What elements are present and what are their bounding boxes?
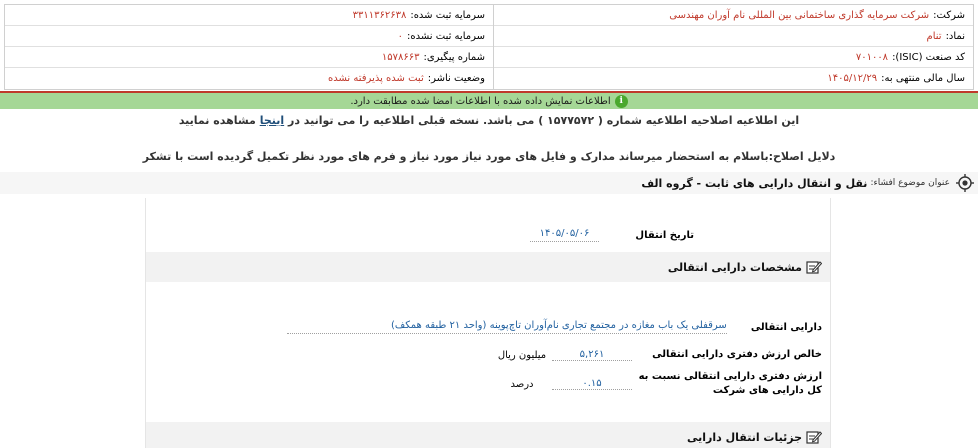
correction-notice: این اطلاعیه اصلاحیه اطلاعیه شماره ( ۱۵۷۷…: [0, 114, 978, 127]
transferred-asset-label: دارایی انتقالی: [750, 321, 822, 333]
company-name: شرکت سرمایه گذاری ساختمانی بین المللی نا…: [669, 9, 930, 21]
registered-capital-value: ۳۳۱۱۳۶۲۶۳۸: [352, 9, 407, 21]
publisher-status-label: وضعیت ناشر:: [427, 72, 485, 84]
subject-title: نقل و انتقال دارایی های ثابت - گروه الف: [641, 176, 868, 190]
transferred-asset-row: دارایی انتقالی سرقفلی یک باب مغازه در مج…: [286, 320, 822, 334]
publisher-status-row: وضعیت ناشر: ثبت شده پذیرفته نشده: [5, 68, 493, 89]
disclosure-content: تاریخ انتقال ۱۴۰۵/۰۵/۰۶ مشخصات دارایی ان…: [145, 198, 831, 448]
asset-specs-section-header: مشخصات دارایی انتقالی: [146, 252, 830, 282]
correction-text-before: این اطلاعیه اصلاحیه اطلاعیه شماره ( ۱۵۷۷…: [284, 114, 800, 127]
company-info-table: شرکت: شرکت سرمایه گذاری ساختمانی بین الم…: [4, 4, 974, 90]
tracking-number-row: شماره پیگیری: ۱۵۷۸۶۶۳: [5, 47, 493, 68]
unregistered-capital-value: ۰: [397, 30, 404, 42]
registered-capital-row: سرمایه ثبت شده: ۳۳۱۱۳۶۲۶۳۸: [5, 5, 493, 26]
company-info-right-column: شرکت: شرکت سرمایه گذاری ساختمانی بین الم…: [493, 5, 973, 89]
company-info-left-column: سرمایه ثبت شده: ۳۳۱۱۳۶۲۶۳۸ سرمایه ثبت نش…: [5, 5, 493, 89]
symbol-value: تنام: [926, 30, 942, 42]
company-label: شرکت:: [933, 9, 965, 21]
publisher-status-value: ثبت شده پذیرفته نشده: [328, 72, 424, 84]
company-row: شرکت: شرکت سرمایه گذاری ساختمانی بین الم…: [494, 5, 973, 26]
edit-form-icon: [806, 431, 822, 444]
isic-label: کد صنعت (ISIC):: [892, 51, 965, 63]
fiscal-year-value: ۱۴۰۵/۱۲/۲۹: [827, 72, 878, 84]
book-value-ratio-row: ارزش دفتری دارایی انتقالی نسبت به کل دار…: [492, 370, 822, 398]
subject-label: عنوان موضوع افشاء:: [870, 178, 950, 188]
transferred-asset-value: سرقفلی یک باب مغازه در مجتمع تجاری نام‌آ…: [286, 320, 727, 334]
signature-match-notice: i اطلاعات نمایش داده شده با اطلاعات امضا…: [0, 91, 978, 109]
transfer-details-section-header: جزئیات انتقال دارایی: [146, 422, 830, 448]
info-icon: i: [614, 94, 628, 108]
disclosure-subject-bar: عنوان موضوع افشاء: نقل و انتقال دارایی ه…: [0, 172, 978, 194]
book-value-row: خالص ارزش دفتری دارایی انتقالی ۵,۲۶۱ میل…: [492, 348, 822, 362]
previous-version-link[interactable]: اینجا: [260, 114, 284, 127]
unregistered-capital-label: سرمایه ثبت نشده:: [407, 30, 485, 42]
asset-specs-title: مشخصات دارایی انتقالی: [667, 260, 802, 274]
symbol-label: نماد:: [945, 30, 965, 42]
transfer-details-title: جزئیات انتقال دارایی: [687, 430, 802, 444]
isic-value: ۷۰۱۰۰۸: [855, 51, 889, 63]
tracking-number-label: شماره پیگیری:: [423, 51, 485, 63]
transfer-date-row: تاریخ انتقال ۱۴۰۵/۰۵/۰۶: [529, 228, 694, 242]
book-value-label: خالص ارزش دفتری دارایی انتقالی: [652, 349, 822, 360]
notice-text: اطلاعات نمایش داده شده با اطلاعات امضا ش…: [350, 95, 611, 107]
book-value-ratio-label: ارزش دفتری دارایی انتقالی نسبت به کل دار…: [638, 371, 822, 396]
tracking-number-value: ۱۵۷۸۶۶۳: [381, 51, 420, 63]
correction-reason: دلایل اصلاح:باسلام به استحضار میرساند مد…: [142, 150, 836, 163]
book-value-unit: میلیون ریال: [497, 349, 547, 361]
book-value-ratio-value: ۰.۱۵: [552, 378, 632, 390]
fiscal-year-row: سال مالی منتهی به: ۱۴۰۵/۱۲/۲۹: [494, 68, 973, 89]
isic-row: کد صنعت (ISIC): ۷۰۱۰۰۸: [494, 47, 973, 68]
edit-form-icon: [806, 261, 822, 274]
target-icon: [956, 174, 974, 192]
registered-capital-label: سرمایه ثبت شده:: [410, 9, 485, 21]
correction-text-after: مشاهده نمایید: [178, 114, 260, 127]
book-value-value: ۵,۲۶۱: [552, 349, 632, 361]
transfer-date-label: تاریخ انتقال: [635, 229, 694, 241]
symbol-row: نماد: تنام: [494, 26, 973, 47]
fiscal-year-label: سال مالی منتهی به:: [881, 72, 965, 84]
transfer-date-value: ۱۴۰۵/۰۵/۰۶: [529, 228, 600, 242]
book-value-ratio-unit: درصد: [510, 378, 534, 390]
unregistered-capital-row: سرمایه ثبت نشده: ۰: [5, 26, 493, 47]
